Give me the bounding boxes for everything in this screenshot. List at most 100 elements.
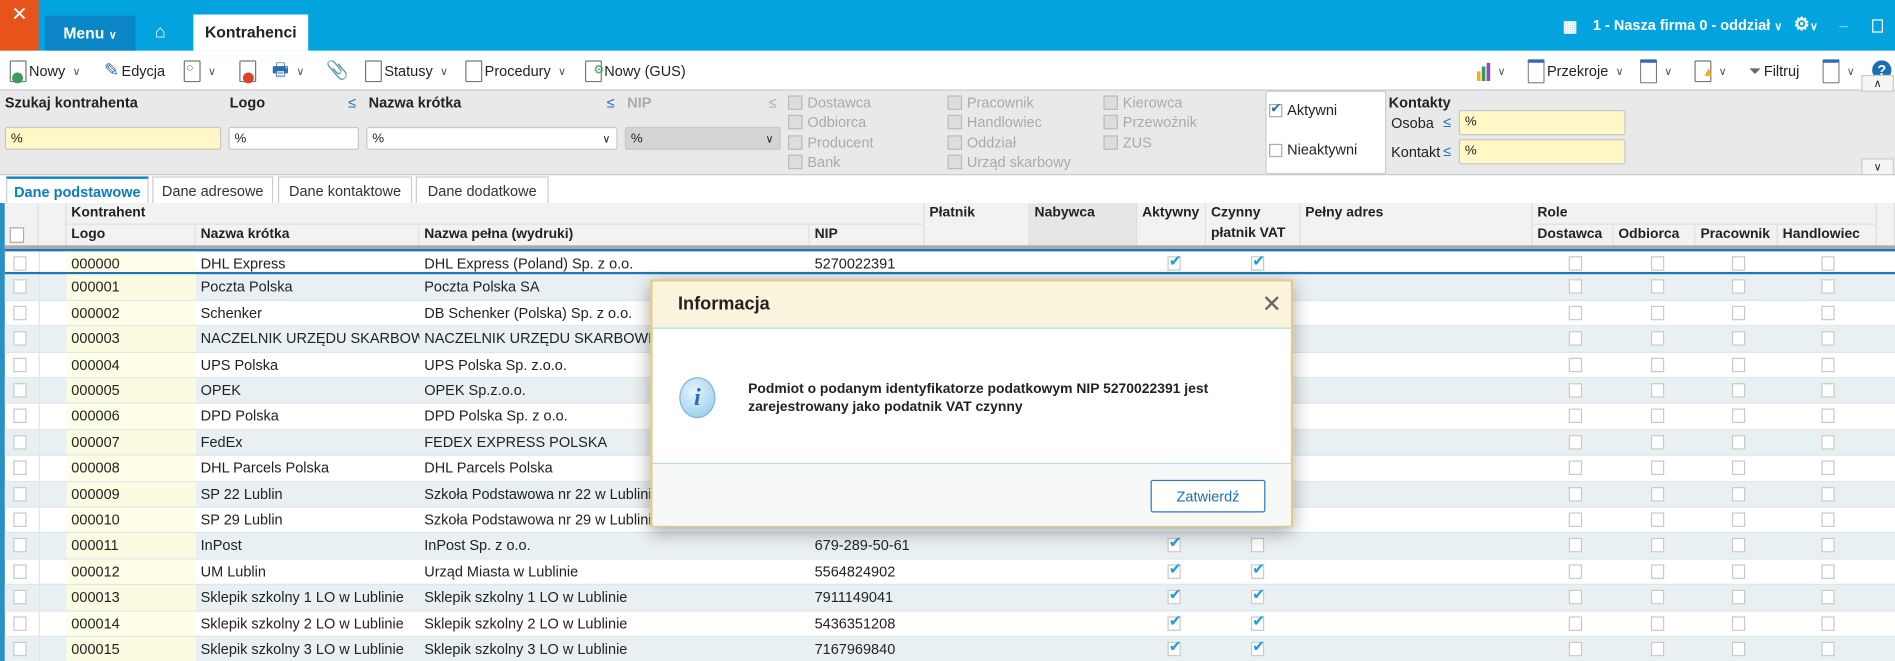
role-checkbox[interactable] [1821, 408, 1835, 424]
header-aktywny[interactable]: Aktywny [1137, 203, 1207, 247]
contact-operator[interactable]: ≤ [1443, 143, 1451, 160]
row-select-checkbox[interactable] [13, 256, 27, 271]
table-row[interactable]: 000012 UM Lublin Urząd Miasta w Lublinie 55… [4, 559, 1895, 586]
select-all-checkbox[interactable] [9, 227, 25, 243]
role-checkbox[interactable] [1568, 331, 1583, 346]
short-name-select[interactable]: % ∨ [366, 126, 618, 150]
role-checkbox[interactable] [1568, 641, 1583, 657]
role-checkbox[interactable] [1650, 256, 1665, 271]
role-checkbox[interactable] [1821, 564, 1835, 579]
czynny-vat-checkbox[interactable] [1250, 611, 1265, 631]
role-checkbox[interactable] [1731, 434, 1746, 450]
row-select-checkbox[interactable] [13, 641, 27, 657]
confirm-button[interactable]: Zatwierdź [1150, 479, 1266, 513]
header-pracownik[interactable]: Pracownik [1695, 224, 1778, 247]
row-select-checkbox[interactable] [13, 615, 27, 631]
header-nabywca[interactable]: Nabywca [1029, 203, 1138, 247]
role-checkbox[interactable] [1821, 331, 1835, 346]
row-select-checkbox[interactable] [13, 331, 27, 346]
row-select-checkbox[interactable] [13, 434, 27, 450]
role-checkbox[interactable] [1650, 590, 1665, 605]
czynny-vat-checkbox[interactable] [1250, 559, 1265, 579]
gear-icon[interactable]: ⚙∨ [1794, 13, 1818, 36]
table-row[interactable]: 000014 Sklepik szkolny 2 LO w Lublinie Skl… [4, 611, 1895, 637]
header-platnik[interactable]: Płatnik [924, 203, 1030, 247]
role-checkbox[interactable] [1731, 408, 1746, 424]
short-name-operator[interactable]: ≤ [607, 94, 615, 111]
person-operator[interactable]: ≤ [1443, 114, 1451, 131]
role-checkbox[interactable] [1568, 305, 1583, 321]
role-checkbox[interactable] [1650, 486, 1665, 502]
role-checkbox[interactable] [1650, 383, 1665, 398]
header-czynny-vat[interactable]: Czynny płatnik VAT [1206, 203, 1301, 247]
table-row[interactable]: 000011 InPost InPost Sp. z o.o. 679-289-50-… [4, 533, 1895, 560]
minimize-button[interactable]: _ [1839, 12, 1847, 29]
row-select-checkbox[interactable] [13, 486, 27, 502]
edit-button[interactable]: ✎ Edycja [104, 59, 165, 83]
role-checkbox[interactable] [1821, 538, 1835, 553]
row-select-checkbox[interactable] [13, 408, 27, 424]
tab-kontrahenci[interactable]: Kontrahenci [193, 14, 309, 51]
role-checkbox[interactable] [1650, 615, 1665, 631]
role-checkbox[interactable] [1650, 331, 1665, 346]
app-logo-icon[interactable]: ✕ [0, 0, 39, 51]
role-checkbox[interactable] [1731, 383, 1746, 398]
role-checkbox[interactable] [1650, 434, 1665, 450]
role-checkbox[interactable] [1821, 357, 1835, 372]
role-checkbox[interactable] [1731, 564, 1746, 579]
role-checkbox[interactable] [1731, 279, 1746, 295]
role-checkbox[interactable] [1568, 538, 1583, 553]
role-checkbox[interactable] [1821, 615, 1835, 631]
czynny-vat-checkbox[interactable] [1250, 538, 1265, 553]
charts-button[interactable]: ∨ [1476, 59, 1505, 83]
role-checkbox[interactable] [1821, 460, 1835, 476]
table-row[interactable]: 000015 Sklepik szkolny 3 LO w Lublinie Skl… [4, 637, 1895, 661]
role-checkbox[interactable] [1731, 331, 1746, 346]
active-checkbox[interactable]: ✔ Aktywni [1269, 101, 1337, 118]
row-select-checkbox[interactable] [13, 590, 27, 605]
role-checkbox[interactable] [1731, 305, 1746, 321]
logo-filter-input[interactable]: % [228, 126, 359, 150]
close-icon[interactable]: ✕ [1262, 289, 1282, 319]
role-checkbox[interactable] [1731, 590, 1746, 605]
person-input[interactable]: % [1458, 109, 1626, 136]
expand-down-button[interactable]: ∨ [1861, 158, 1894, 176]
role-checkbox[interactable] [1731, 460, 1746, 476]
new-gus-button[interactable]: ⚙ Nowy (GUS) [584, 59, 686, 83]
header-handlowiec[interactable]: Handlowiec [1777, 224, 1877, 247]
aktywny-checkbox[interactable] [1167, 637, 1182, 657]
tab-dane-adresowe[interactable]: Dane adresowe [152, 176, 274, 204]
role-checkbox[interactable] [1568, 486, 1583, 502]
firm-selector[interactable]: 1 - Nasza firma 0 - oddział ∨ [1593, 17, 1782, 34]
tab-dane-podstawowe[interactable]: Dane podstawowe [6, 176, 149, 204]
role-checkbox[interactable] [1568, 564, 1583, 579]
row-select-checkbox[interactable] [13, 538, 27, 553]
role-checkbox[interactable] [1568, 512, 1583, 527]
role-checkbox[interactable] [1821, 434, 1835, 450]
apps-grid-icon[interactable]: ▦ [1563, 17, 1578, 36]
aktywny-checkbox[interactable] [1167, 611, 1182, 631]
role-checkbox[interactable] [1821, 279, 1835, 295]
role-checkbox[interactable] [1821, 641, 1835, 657]
new-button[interactable]: Nowy ∨ [9, 59, 81, 84]
role-checkbox[interactable] [1821, 383, 1835, 398]
role-checkbox[interactable] [1821, 512, 1835, 527]
role-checkbox[interactable] [1650, 641, 1665, 657]
role-checkbox[interactable] [1650, 460, 1665, 476]
role-checkbox[interactable] [1821, 305, 1835, 321]
import-button[interactable]: ∨ [1640, 59, 1672, 84]
aktywny-checkbox[interactable] [1167, 585, 1182, 605]
table-row[interactable]: 000013 Sklepik szkolny 1 LO w Lublinie Skl… [4, 585, 1895, 612]
header-odbiorca[interactable]: Odbiorca [1613, 224, 1696, 247]
header-logo[interactable]: Logo [66, 224, 196, 247]
role-checkbox[interactable] [1731, 641, 1746, 657]
delete-button[interactable] [239, 59, 257, 84]
role-checkbox[interactable] [1821, 486, 1835, 502]
role-checkbox[interactable] [1568, 615, 1583, 631]
role-checkbox[interactable] [1568, 408, 1583, 424]
role-checkbox[interactable] [1650, 357, 1665, 372]
settings-button[interactable]: ∨ [1822, 59, 1855, 84]
header-nip[interactable]: NIP [809, 224, 925, 247]
attach-button[interactable]: 📎 [326, 59, 349, 83]
header-short-name[interactable]: Nazwa krótka [195, 224, 420, 247]
